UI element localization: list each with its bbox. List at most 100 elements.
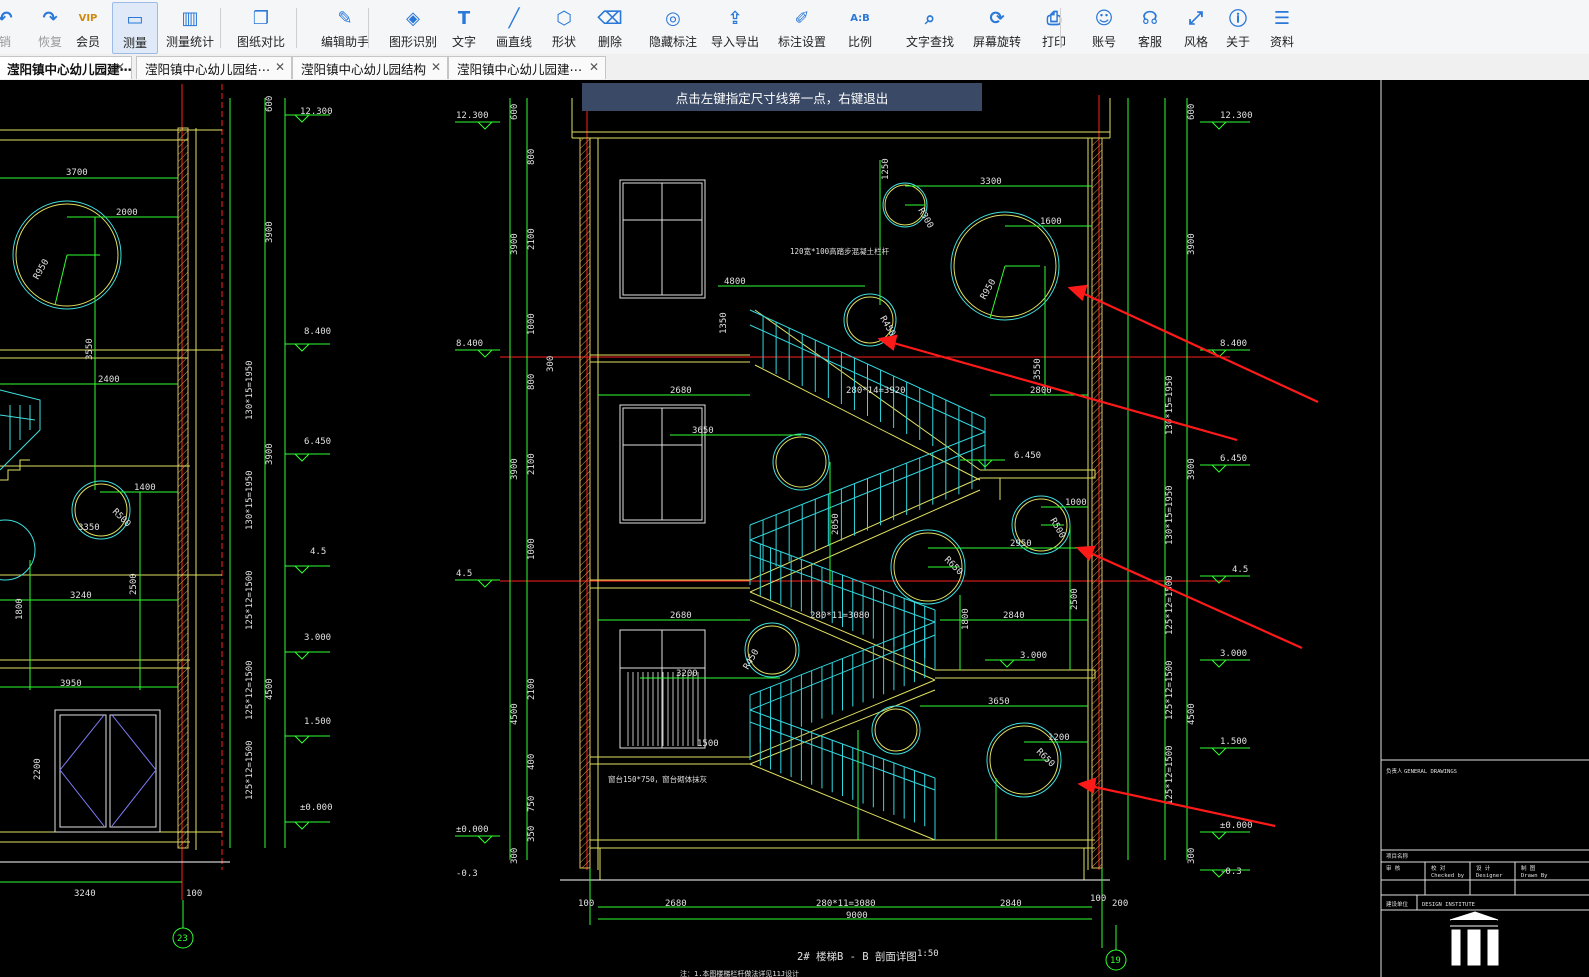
close-icon[interactable]: ✕ [115, 60, 125, 74]
close-icon[interactable]: ✕ [431, 60, 441, 74]
elevation-label: 8.400 [1220, 339, 1247, 349]
bottom-note: 注：1.本图楼梯栏杆做法详见11J设计 [680, 969, 799, 977]
compare-icon: ❐ [252, 7, 270, 29]
radius-label: R650 [1034, 747, 1056, 769]
dimension-label: 3550 [85, 338, 95, 360]
dimension-label: 125*12=1500 [245, 570, 255, 630]
text-button[interactable]: T 文字 [446, 2, 482, 52]
text-search-button[interactable]: ⌕ 文字查找 [897, 2, 963, 52]
dimension-label: 4800 [724, 277, 746, 287]
dimension-label: 3900 [1187, 458, 1197, 480]
dimension-label: 3900 [510, 233, 520, 255]
rotate-screen-icon: ⟳ [989, 7, 1005, 29]
shape-recognize-button[interactable]: ◈ 图形识别 [378, 2, 448, 52]
compare-button[interactable]: ❐ 图纸对比 [226, 2, 296, 52]
headset-button[interactable]: ☊ 客服 [1130, 2, 1170, 52]
materials-button[interactable]: ☰ 资料 [1262, 2, 1302, 52]
shape-button[interactable]: ⬡ 形状 [544, 2, 584, 52]
measure-stats-icon: ▥ [181, 7, 199, 29]
toolbar-separator [368, 8, 369, 48]
tab-label: 滢阳镇中心幼儿园结⋯ [145, 61, 271, 77]
dimension-label: 3650 [988, 697, 1010, 707]
style-icon: ⤢ [1188, 7, 1204, 29]
title-block-text: 项目名称 [1386, 852, 1409, 860]
vip-button[interactable]: VIP 会员 [70, 2, 106, 52]
shape-recognize-icon: ◈ [406, 7, 420, 29]
dimension-label: 1200 [1048, 733, 1070, 743]
elevation-label: ±0.000 [456, 825, 489, 835]
rotate-screen-button[interactable]: ⟳ 屏幕旋转 [963, 2, 1031, 52]
toolbar-label: 编辑助手 [320, 35, 369, 49]
annotation-settings-button[interactable]: ✐ 标注设置 [769, 2, 835, 52]
dimension-label: 125*12=1500 [1165, 660, 1175, 720]
print-icon: ⎙ [1046, 7, 1062, 29]
axis-label: 23 [177, 934, 188, 944]
line-button[interactable]: ╱ 画直线 [486, 2, 542, 52]
print-button[interactable]: ⎙ 打印 [1034, 2, 1074, 52]
scale-button[interactable]: A:B 比例 [842, 2, 878, 52]
close-icon[interactable]: ✕ [589, 60, 599, 74]
title-block [1380, 80, 1589, 977]
cad-drawing[interactable]: 12.300 8.400 6.450 4.5 3.000 1.500 ±0.00… [0, 80, 1589, 977]
measure-button[interactable]: ▭ 测量 [112, 2, 158, 54]
tab-document-3[interactable]: 滢阳镇中心幼儿园结构 ✕ [292, 56, 448, 79]
undo-icon: ↶ [0, 7, 13, 29]
main-toolbar: ↶ 销 ↷ 恢复 VIP 会员 ▭ 测量 ▥ 测量统计 ❐ 图纸对比 ✎ 编辑助手 ◈ 图形识别 T 文字 ╱ 画直线… [0, 0, 1589, 55]
text-icon: T [457, 7, 471, 29]
tab-label: 滢阳镇中心幼儿园建⋯ [457, 61, 583, 77]
dimension-label: 2400 [98, 375, 120, 385]
eraser-button[interactable]: ⌫ 删除 [590, 2, 630, 52]
title-block-text: 负责人 [1386, 767, 1403, 775]
annotation-settings-icon: ✐ [794, 7, 810, 29]
dimension-label: 2680 [670, 386, 692, 396]
tab-document-2[interactable]: 滢阳镇中心幼儿园结⋯ ✕ [136, 56, 292, 79]
tab-document-1[interactable]: 滢阳镇中心幼儿园建⋯ ✕ [0, 56, 132, 79]
eraser-icon: ⌫ [597, 7, 623, 29]
edit-assistant-button[interactable]: ✎ 编辑助手 [308, 2, 382, 52]
elevation-label: ±0.000 [300, 803, 333, 813]
elevation-label: 12.300 [456, 111, 489, 121]
center-section-labels: 12.300 8.400 4.5 ±0.000 -0.3 600 800 210… [456, 104, 1253, 977]
toolbar-label: 会员 [75, 35, 100, 49]
measure-stats-button[interactable]: ▥ 测量统计 [160, 2, 220, 52]
hide-annotation-button[interactable]: ◎ 隐藏标注 [640, 2, 706, 52]
style-button[interactable]: ⤢ 风格 [1176, 2, 1216, 52]
dimension-label: 3650 [692, 426, 714, 436]
dimension-label: 400 [527, 754, 537, 770]
redo-button[interactable]: ↷ 恢复 [30, 2, 70, 52]
toolbar-label: 画直线 [495, 35, 532, 49]
dimension-label: 350 [527, 826, 537, 842]
toolbar-label: 打印 [1041, 35, 1066, 49]
dimension-label: 1000 [1065, 498, 1087, 508]
info-icon: ⓘ [1229, 9, 1247, 30]
info-button[interactable]: ⓘ 关于 [1220, 2, 1256, 52]
dimension-label: 1600 [1040, 217, 1062, 227]
toolbar-label: 文字 [451, 35, 476, 49]
import-export-button[interactable]: ⇪ 导入导出 [700, 2, 770, 52]
title-block-text: GENERAL DRAWINGS [1404, 769, 1457, 775]
drawing-scale: 1:50 [917, 949, 939, 959]
dimension-label: 2100 [527, 228, 537, 250]
elevation-label: 8.400 [304, 327, 331, 337]
drawing-title: 2# 楼梯B - B 剖面详图 [797, 950, 917, 963]
import-export-icon: ⇪ [727, 7, 743, 29]
drawing-canvas[interactable]: 12.300 8.400 6.450 4.5 3.000 1.500 ±0.00… [0, 80, 1589, 977]
account-button[interactable]: ☺ 账号 [1084, 2, 1124, 52]
close-icon[interactable]: ✕ [275, 60, 285, 74]
dimension-label: 130*15=1950 [1165, 375, 1175, 435]
tab-label: 滢阳镇中心幼儿园建⋯ [7, 61, 132, 77]
dimension-label: 600 [510, 104, 520, 120]
dimension-label: 800 [527, 149, 537, 165]
undo-button[interactable]: ↶ 销 [0, 2, 20, 52]
dimension-label: 750 [527, 796, 537, 812]
elevation-label: 3.000 [1020, 651, 1047, 661]
elevation-label: 8.400 [456, 339, 483, 349]
toolbar-label: 风格 [1183, 35, 1208, 49]
toolbar-label: 账号 [1091, 35, 1116, 49]
toolbar-label: 恢复 [37, 35, 62, 49]
dimension-label: 1000 [527, 538, 537, 560]
elevation-label: -0.3 [456, 869, 478, 879]
tab-document-4[interactable]: 滢阳镇中心幼儿园建⋯ ✕ [448, 56, 606, 79]
dimension-label: 1350 [719, 312, 729, 334]
dimension-label: 1800 [961, 608, 971, 630]
